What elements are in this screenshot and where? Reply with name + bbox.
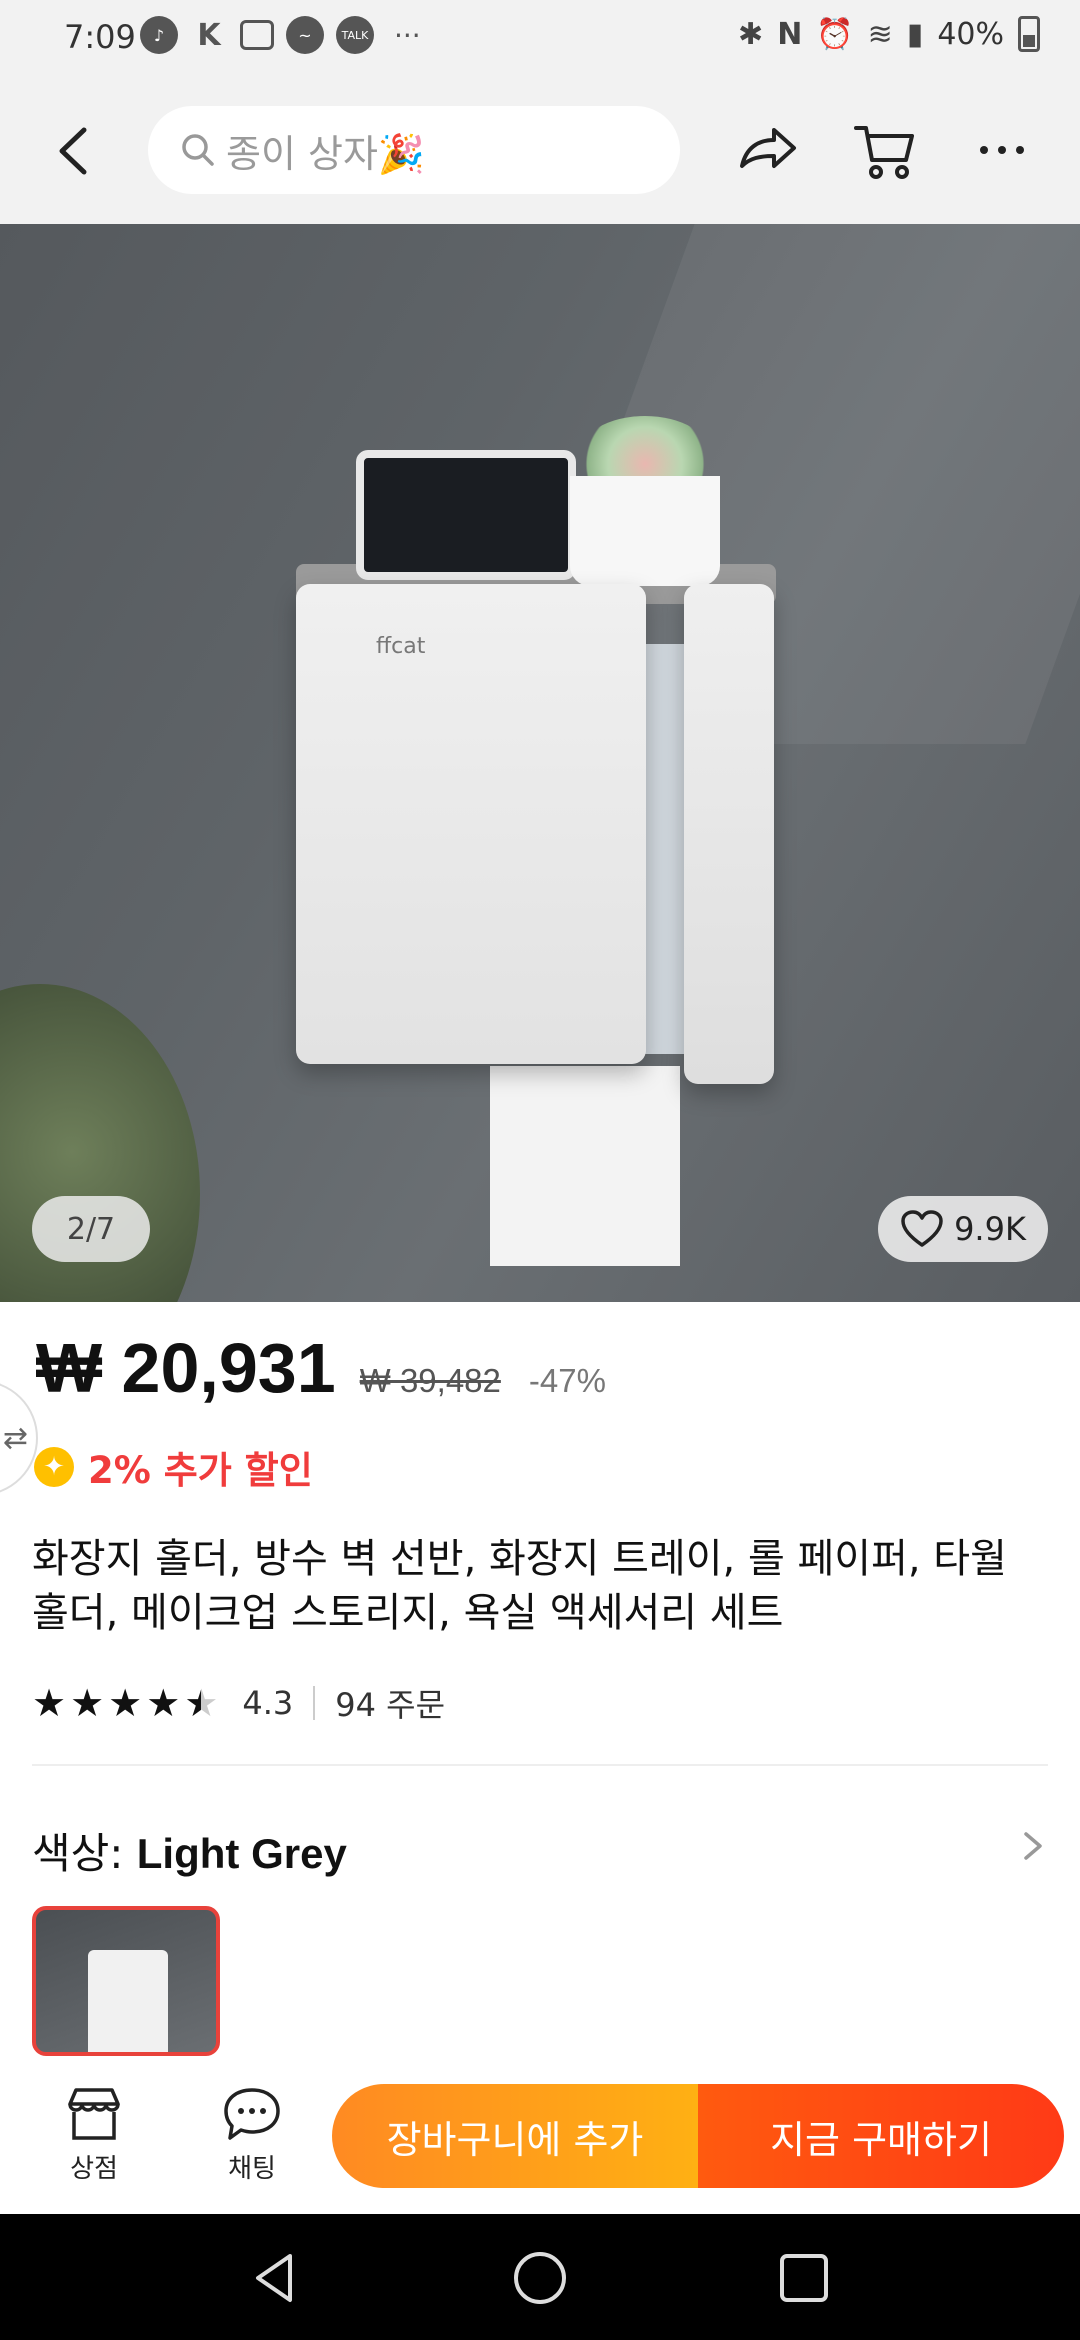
- nav-recents-icon[interactable]: [774, 2248, 834, 2308]
- toilet-paper-in-image: [490, 1066, 680, 1266]
- rating-stars: ★ ★ ★ ★ ★: [32, 1684, 218, 1722]
- system-navigation-bar: [0, 2214, 1080, 2340]
- k-icon: K: [197, 17, 221, 53]
- more-icon[interactable]: [964, 112, 1040, 188]
- chat-button[interactable]: 채팅: [202, 2086, 302, 2185]
- phone-in-image: [356, 450, 576, 580]
- add-to-cart-button[interactable]: 장바구니에 추가: [332, 2084, 698, 2188]
- rating-row[interactable]: ★ ★ ★ ★ ★ 4.3 94 주문: [32, 1680, 445, 1726]
- product-title: 화장지 홀더, 방수 벽 선반, 화장지 트레이, 롤 페이퍼, 타월 홀더, …: [32, 1536, 1007, 1636]
- bluetooth-icon: ✱: [738, 16, 764, 52]
- star-icon: ★: [70, 1681, 105, 1725]
- search-placeholder: 종이 상자🎉: [226, 131, 426, 176]
- color-value: Light Grey: [136, 1830, 347, 1877]
- order-count: 94 주문: [335, 1686, 446, 1724]
- bottom-action-bar: 상점 채팅 장바구니에 추가 지금 구매하기: [0, 2056, 1080, 2214]
- back-icon[interactable]: [40, 116, 110, 186]
- current-price: ₩ 20,931: [36, 1329, 336, 1407]
- swap-icon[interactable]: ⇄: [0, 1380, 38, 1496]
- color-label: 색상:: [32, 1829, 137, 1878]
- promo-text: 2% 추가 할인: [88, 1449, 313, 1492]
- wifi-icon: ≋: [867, 16, 893, 52]
- star-icon: ★: [108, 1681, 143, 1725]
- rating-value: 4.3: [242, 1684, 294, 1722]
- price-row: ₩ 20,931 ₩ 39,482 -47%: [36, 1328, 606, 1408]
- store-label: 상점: [70, 2154, 118, 2184]
- original-price: ₩ 39,482: [359, 1362, 501, 1399]
- share-icon[interactable]: [730, 112, 806, 188]
- wishlist-button[interactable]: 9.9K: [878, 1196, 1048, 1262]
- image-counter: 2/7: [32, 1196, 150, 1262]
- alarm-icon: ⏰: [816, 16, 854, 52]
- nfc-icon: N: [777, 16, 803, 52]
- search-input[interactable]: 종이 상자🎉: [148, 106, 680, 194]
- message-icon: [240, 20, 274, 50]
- status-bar: 7:09 ♪ K ~ TALK ··· ✱ N ⏰ ≋ ▮ 40%: [0, 0, 1080, 76]
- chat-icon: [224, 2088, 280, 2140]
- heart-icon: [901, 1210, 943, 1247]
- status-notification-icons: ♪ K ~ TALK ···: [140, 16, 421, 54]
- rating-separator: [313, 1686, 316, 1720]
- cart-icon[interactable]: [846, 112, 922, 188]
- chat-label: 채팅: [228, 2154, 276, 2184]
- star-half-icon: ★: [184, 1681, 219, 1725]
- store-icon: [68, 2088, 120, 2140]
- store-button[interactable]: 상점: [44, 2086, 144, 2185]
- star-icon: ★: [146, 1681, 181, 1725]
- messenger-icon: ~: [286, 16, 324, 54]
- nav-home-icon[interactable]: [510, 2248, 570, 2308]
- buy-now-button[interactable]: 지금 구매하기: [698, 2084, 1064, 2188]
- holder-body-in-image: [296, 584, 646, 1064]
- likes-count: 9.9K: [954, 1210, 1026, 1248]
- color-selector[interactable]: 색상: Light Grey: [32, 1820, 347, 1881]
- battery-percent: 40%: [937, 16, 1004, 52]
- chevron-right-icon[interactable]: [1012, 1826, 1052, 1866]
- color-swatch-light-grey[interactable]: [32, 1906, 220, 2056]
- extra-discount-promo[interactable]: ✦ 2% 추가 할인: [34, 1440, 313, 1494]
- battery-icon: [1018, 16, 1040, 52]
- status-time: 7:09: [64, 18, 136, 56]
- status-system-icons: ✱ N ⏰ ≋ ▮ 40%: [738, 16, 1040, 52]
- product-brand-label: ffcat: [376, 634, 426, 659]
- product-image-gallery[interactable]: ffcat 2/7 9.9K: [0, 224, 1080, 1302]
- more-notifications-icon: ···: [394, 18, 421, 52]
- coin-icon: ✦: [34, 1447, 74, 1487]
- star-icon: ★: [32, 1681, 67, 1725]
- top-header: 종이 상자🎉: [0, 76, 1080, 224]
- signal-icon: ▮: [906, 16, 924, 52]
- discount-percent: -47%: [528, 1362, 606, 1399]
- search-icon: [182, 134, 214, 166]
- section-divider: [32, 1764, 1048, 1766]
- nav-back-icon[interactable]: [244, 2248, 304, 2308]
- music-icon: ♪: [140, 16, 178, 54]
- talk-icon: TALK: [336, 16, 374, 54]
